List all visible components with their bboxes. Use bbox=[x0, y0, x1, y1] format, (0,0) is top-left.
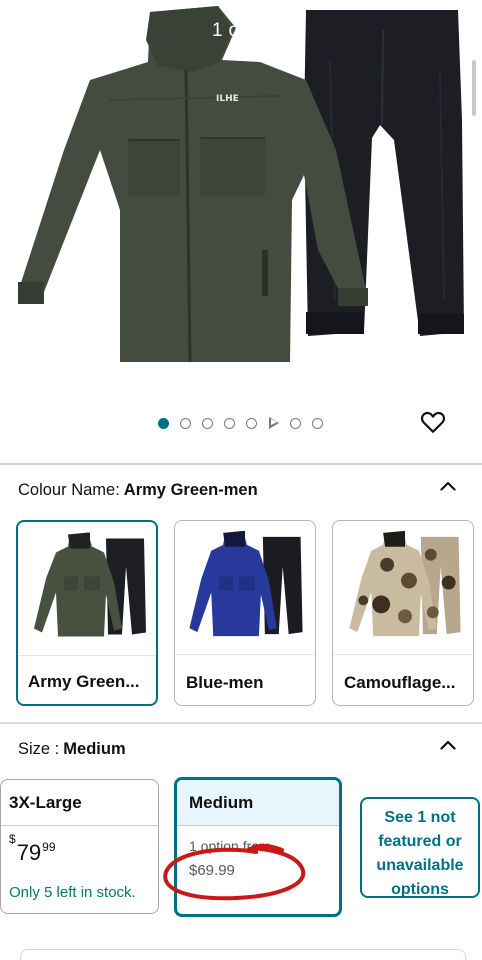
section-divider bbox=[0, 722, 482, 724]
size-label-text: Size : bbox=[18, 740, 60, 758]
army-green-thumbnail bbox=[18, 532, 156, 656]
chevron-up-icon[interactable] bbox=[440, 740, 456, 750]
gallery-dot-5[interactable] bbox=[246, 418, 257, 429]
size-option-name: Medium bbox=[177, 780, 339, 826]
gallery-dot-2[interactable] bbox=[180, 418, 191, 429]
price-symbol: $ bbox=[9, 831, 16, 846]
size-label: Size : Medium bbox=[18, 740, 126, 759]
gallery-dot-1[interactable] bbox=[158, 418, 169, 429]
price-cents: 99 bbox=[42, 840, 56, 854]
colour-option-blue[interactable]: Blue-men bbox=[174, 520, 316, 706]
colour-option-army-green[interactable]: Army Green... bbox=[16, 520, 158, 706]
gallery-dot-7[interactable] bbox=[290, 418, 301, 429]
colour-option-camouflage[interactable]: Camouflage... bbox=[332, 520, 474, 706]
chevron-up-icon[interactable] bbox=[440, 481, 456, 491]
gallery-pagination bbox=[0, 413, 482, 435]
size-option-medium[interactable]: Medium 1 option from $69.99 bbox=[174, 777, 342, 917]
options-from-text: 1 option from bbox=[189, 838, 271, 854]
product-photo: ILHE bbox=[18, 6, 464, 363]
colour-label-text: Colour Name: bbox=[18, 481, 120, 499]
price-whole: 79 bbox=[16, 840, 42, 865]
heart-icon[interactable] bbox=[420, 409, 446, 435]
colour-option-name: Blue-men bbox=[186, 673, 264, 692]
gallery-dot-8[interactable] bbox=[312, 418, 323, 429]
next-section-card bbox=[20, 949, 466, 960]
size-option-price: $69.99 bbox=[189, 862, 235, 879]
video-play-icon[interactable] bbox=[269, 417, 279, 429]
size-option-price: $7999 bbox=[9, 832, 56, 866]
svg-text:ILHE: ILHE bbox=[216, 94, 239, 104]
camouflage-thumbnail bbox=[333, 530, 473, 655]
colour-option-name: Camouflage... bbox=[344, 673, 456, 692]
gallery-dot-4[interactable] bbox=[224, 418, 235, 429]
product-image[interactable]: ILHE 1 of 1 bbox=[0, 0, 482, 385]
size-selected-value: Medium bbox=[63, 740, 126, 758]
scrollbar[interactable] bbox=[472, 60, 476, 116]
colour-option-name: Army Green... bbox=[28, 672, 140, 691]
blue-thumbnail bbox=[175, 530, 315, 655]
see-unavailable-options-link[interactable]: See 1 not featured or unavailable option… bbox=[360, 797, 480, 898]
colour-selected-value: Army Green-men bbox=[123, 481, 258, 499]
gallery-dot-3[interactable] bbox=[202, 418, 213, 429]
stock-status: Only 5 left in stock. bbox=[9, 884, 136, 901]
size-option-3x-large[interactable]: 3X-Large $7999 Only 5 left in stock. bbox=[0, 779, 159, 914]
image-counter: 1 of 1 bbox=[212, 20, 262, 41]
size-option-name: 3X-Large bbox=[1, 780, 158, 826]
section-divider bbox=[0, 463, 482, 465]
colour-label: Colour Name: Army Green-men bbox=[18, 481, 258, 500]
